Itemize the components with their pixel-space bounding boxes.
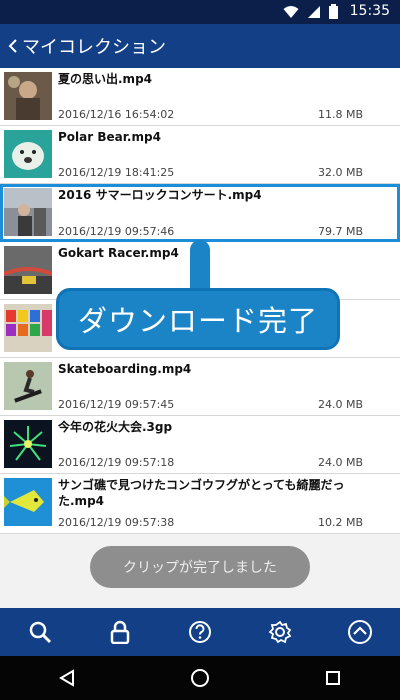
video-thumbnail	[4, 188, 52, 236]
status-bar: 15:35	[0, 0, 400, 24]
item-size: 24.0 MB	[317, 398, 363, 411]
gear-icon[interactable]	[260, 612, 300, 652]
app-bar: マイコレクション	[0, 24, 400, 68]
item-size: 10.2 MB	[317, 516, 363, 529]
item-date: 2016/12/19 18:41:25	[58, 166, 175, 179]
video-thumbnail	[4, 362, 52, 410]
battery-icon	[329, 4, 338, 23]
video-thumbnail	[4, 72, 52, 120]
item-name: 今年の花火大会.3gp	[58, 420, 173, 434]
video-thumbnail	[4, 246, 52, 294]
lock-icon[interactable]	[100, 612, 140, 652]
system-nav-bar	[0, 656, 400, 700]
item-name: Skateboarding.mp4	[58, 362, 192, 376]
item-date: 2016/12/19 09:57:18	[58, 456, 175, 469]
item-name: Polar Bear.mp4	[58, 130, 161, 144]
chevron-up-circle-icon[interactable]	[340, 612, 380, 652]
video-thumbnail	[4, 478, 52, 526]
toast-message: クリップが完了しました	[90, 546, 310, 588]
item-size: 32.0 MB	[317, 166, 363, 179]
chevron-left-icon[interactable]	[4, 39, 22, 53]
page-title: マイコレクション	[22, 37, 166, 58]
list-item[interactable]: Skateboarding.mp4 2016/12/19 09:57:45 24…	[0, 358, 400, 416]
video-thumbnail	[4, 420, 52, 468]
item-name: 2016 サマーロックコンサート.mp4	[58, 188, 262, 202]
circle-home-icon[interactable]	[180, 658, 220, 698]
item-name: サンゴ礁で見つけたコンゴウフグがとっても綺麗だった.mp4	[58, 478, 345, 508]
video-thumbnail	[4, 304, 52, 352]
item-size: 79.7 MB	[317, 225, 363, 238]
wifi-icon	[283, 4, 299, 23]
square-recents-icon[interactable]	[313, 658, 353, 698]
list-item[interactable]: Polar Bear.mp4 2016/12/19 18:41:25 32.0 …	[0, 126, 400, 184]
item-size: 24.0 MB	[317, 456, 363, 469]
status-time: 15:35	[349, 3, 390, 19]
list-item[interactable]: 今年の花火大会.3gp 2016/12/19 09:57:18 24.0 MB	[0, 416, 400, 474]
status-icons	[283, 4, 338, 23]
list-item[interactable]: 夏の思い出.mp4 2016/12/16 16:54:02 11.8 MB	[0, 68, 400, 126]
video-thumbnail	[4, 130, 52, 178]
download-complete-callout: ダウンロード完了	[56, 288, 340, 350]
search-icon[interactable]	[20, 612, 60, 652]
item-date: 2016/12/19 09:57:38	[58, 516, 175, 529]
signal-icon	[307, 4, 321, 23]
callout-tail	[190, 240, 210, 290]
list-item-selected[interactable]: 2016 サマーロックコンサート.mp4 2016/12/19 09:57:46…	[0, 184, 400, 242]
item-date: 2016/12/16 16:54:02	[58, 108, 175, 121]
bottom-toolbar	[0, 608, 400, 656]
item-name: 夏の思い出.mp4	[58, 72, 153, 86]
item-date: 2016/12/19 09:57:46	[58, 225, 175, 238]
help-icon[interactable]	[180, 612, 220, 652]
list-item[interactable]: サンゴ礁で見つけたコンゴウフグがとっても綺麗だった.mp4 2016/12/19…	[0, 474, 400, 534]
item-size: 11.8 MB	[317, 108, 363, 121]
triangle-back-icon[interactable]	[47, 658, 87, 698]
item-date: 2016/12/19 09:57:45	[58, 398, 175, 411]
